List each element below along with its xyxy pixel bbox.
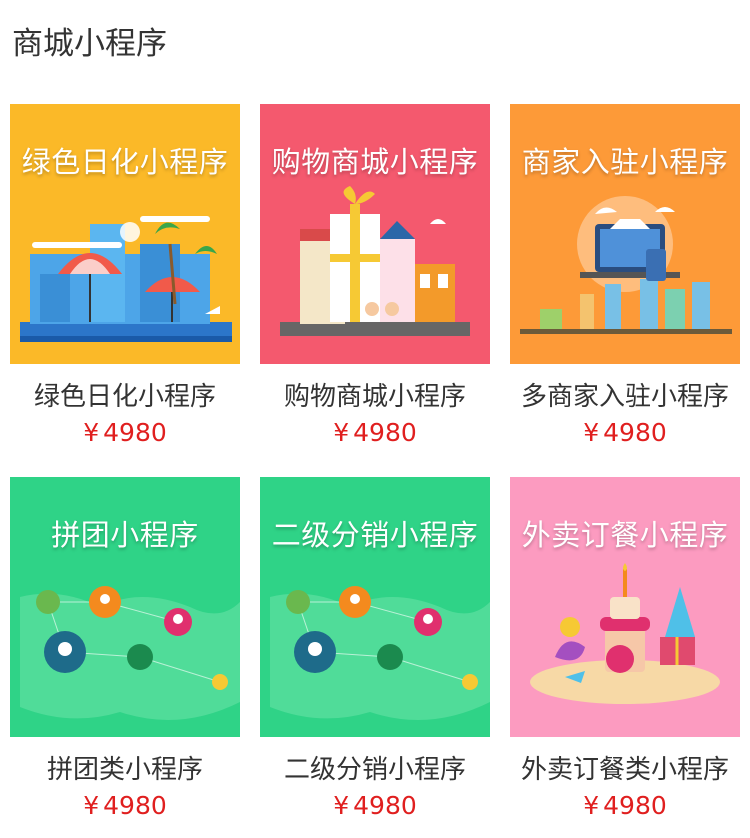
product-thumbnail[interactable]: 拼团小程序 [10,477,240,737]
product-price: ¥4980 [10,791,240,820]
product-name[interactable]: 外卖订餐类小程序 [496,749,750,786]
product-banner: 购物商城小程序 [271,145,479,179]
product-thumbnail[interactable]: 外卖订餐小程序 [510,477,740,737]
product-price: ¥4980 [510,791,740,820]
product-card-merchant-join[interactable]: 商家入驻小程序 多商家入驻小程序 ¥4980 [510,104,740,447]
product-card-food-order[interactable]: 外卖订餐小程序 外卖订餐类小程序 ¥4980 [510,477,740,820]
currency-symbol: ¥ [333,791,350,820]
price-value: 4980 [353,418,417,447]
product-banner: 拼团小程序 [51,518,199,552]
product-name[interactable]: 多商家入驻小程序 [496,376,750,413]
price-value: 4980 [603,418,667,447]
price-value: 4980 [103,791,167,820]
product-name[interactable]: 拼团类小程序 [0,749,254,786]
product-banner: 外卖订餐小程序 [521,518,729,552]
product-name[interactable]: 二级分销小程序 [246,749,504,786]
currency-symbol: ¥ [583,418,600,447]
product-thumbnail[interactable]: 绿色日化小程序 [10,104,240,364]
product-banner: 绿色日化小程序 [21,145,229,179]
product-price: ¥4980 [260,418,490,447]
product-thumbnail[interactable]: 商家入驻小程序 [510,104,740,364]
product-grid: 绿色日化小程序 绿色日化小程序 ¥4980 购物商城小程序 购物商城小程序 ¥ … [0,0,750,838]
currency-symbol: ¥ [583,791,600,820]
product-thumbnail[interactable]: 购物商城小程序 [260,104,490,364]
currency-symbol: ¥ [83,418,100,447]
price-value: 4980 [603,791,667,820]
product-price: ¥4980 [260,791,490,820]
price-value: 4980 [103,418,167,447]
product-price: ¥4980 [510,418,740,447]
product-price: ¥4980 [10,418,240,447]
product-banner: 商家入驻小程序 [521,145,729,179]
product-card-shopping-mall[interactable]: 购物商城小程序 购物商城小程序 ¥4980 [260,104,490,447]
currency-symbol: ¥ [83,791,100,820]
product-card-green-daily[interactable]: 绿色日化小程序 绿色日化小程序 ¥4980 [10,104,240,447]
product-card-group-buy[interactable]: 拼团小程序 拼团类小程序 ¥4980 [10,477,240,820]
product-card-distribution[interactable]: 二级分销小程序 二级分销小程序 ¥4980 [260,477,490,820]
product-name[interactable]: 绿色日化小程序 [0,376,254,413]
product-banner: 二级分销小程序 [271,518,479,552]
product-name[interactable]: 购物商城小程序 [246,376,504,413]
product-thumbnail[interactable]: 二级分销小程序 [260,477,490,737]
currency-symbol: ¥ [333,418,350,447]
price-value: 4980 [353,791,417,820]
